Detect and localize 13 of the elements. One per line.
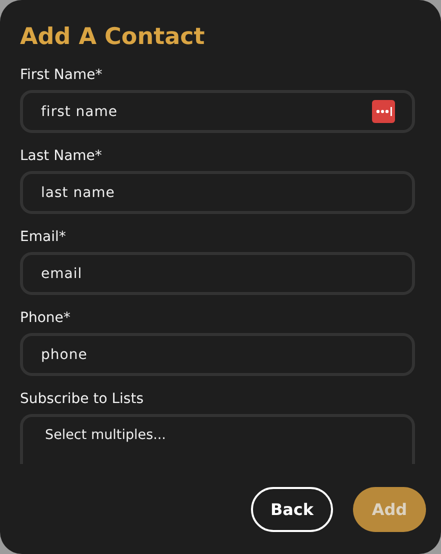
input-field[interactable]: email [20,252,415,295]
field-label: First Name* [20,66,104,84]
input-field[interactable]: first name [20,90,415,133]
field-label: Phone* [20,309,72,327]
password-manager-icon[interactable] [372,100,395,123]
input-field[interactable]: phone [20,333,415,376]
dialog-title: Add A Contact [20,23,206,52]
field-label: Subscribe to Lists [20,390,145,408]
back-button[interactable]: Back [251,487,333,532]
input-field[interactable]: last name [20,171,415,214]
field-label: Last Name* [20,147,103,165]
field-label: Email* [20,228,67,246]
multi-select-field[interactable]: Select multiples... [20,414,415,464]
